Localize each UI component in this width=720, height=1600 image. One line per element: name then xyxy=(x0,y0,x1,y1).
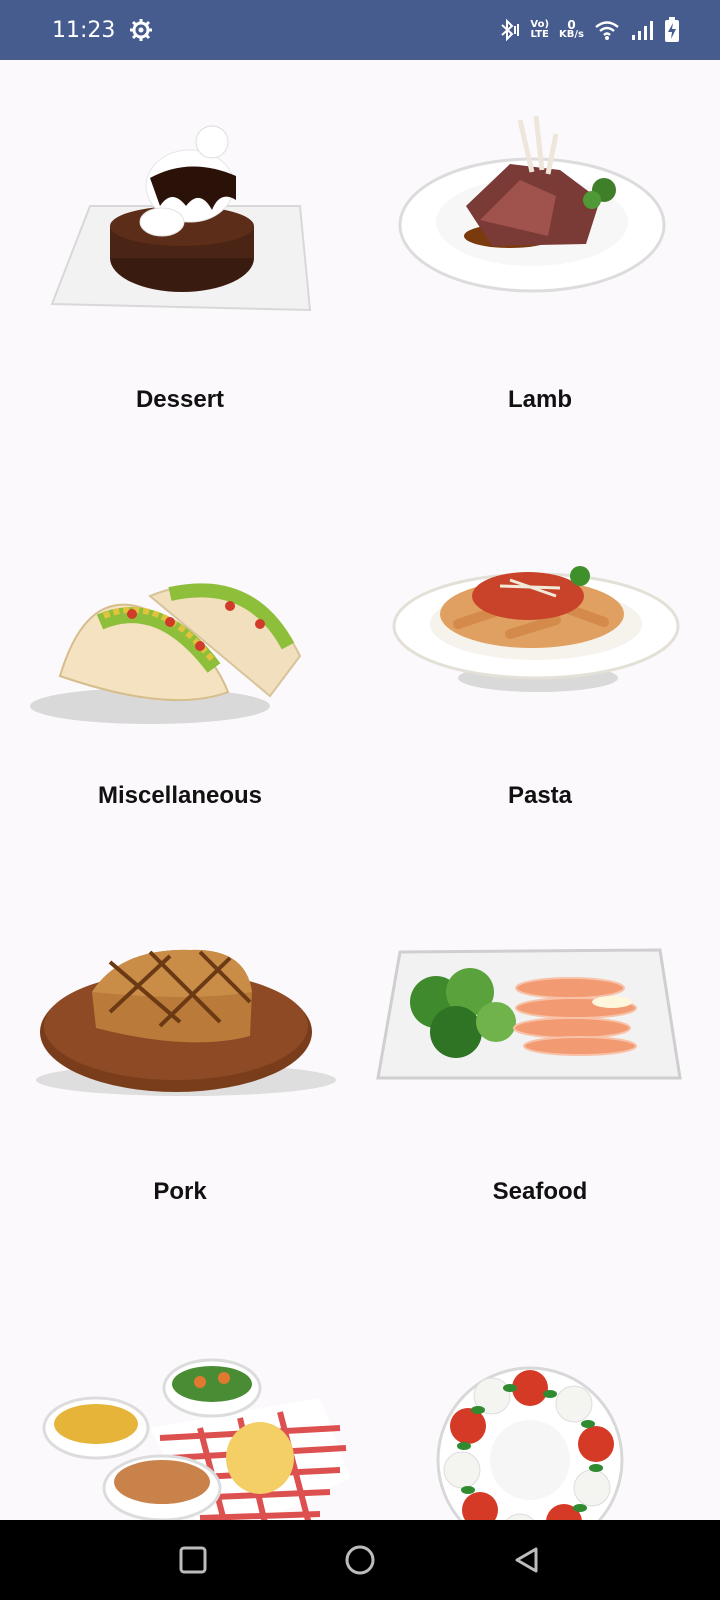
tacos-image xyxy=(30,583,302,724)
category-card-pork[interactable]: Pork xyxy=(0,852,360,1248)
battery-charging-icon xyxy=(665,17,679,42)
navigation-bar xyxy=(0,1520,720,1600)
wifi-icon xyxy=(595,21,619,40)
category-label: Pork xyxy=(153,1178,207,1205)
salmon-plate-image xyxy=(376,948,682,1080)
category-label: Lamb xyxy=(507,386,572,413)
category-grid: Dessert Lamb Miscellaneous Pasta Pork Se… xyxy=(0,60,720,1520)
volte-bottom-text: LTE xyxy=(530,29,549,40)
cellular-signal-icon xyxy=(632,21,653,40)
data-speed-unit: KB/s xyxy=(559,29,584,40)
category-card-caprese[interactable] xyxy=(360,1248,720,1520)
status-time: 11:23 xyxy=(52,17,116,43)
category-card-side-dishes[interactable] xyxy=(0,1248,360,1520)
category-label: Dessert xyxy=(135,386,225,413)
bluetooth-icon xyxy=(501,18,520,42)
recents-square-icon[interactable] xyxy=(178,1545,208,1575)
home-circle-icon[interactable] xyxy=(343,1543,377,1577)
category-label: Seafood xyxy=(492,1178,588,1205)
category-card-seafood[interactable]: Seafood xyxy=(360,852,720,1248)
category-card-miscellaneous[interactable]: Miscellaneous xyxy=(0,456,360,852)
category-card-dessert[interactable]: Dessert xyxy=(0,60,360,456)
back-triangle-icon[interactable] xyxy=(512,1545,542,1575)
category-label: Miscellaneous xyxy=(97,782,263,809)
dessert-brownie-image xyxy=(50,125,312,312)
lamb-chops-image xyxy=(398,115,666,293)
data-speed-indicator: 0 KB/s xyxy=(559,19,584,40)
volte-icon: Vo) LTE xyxy=(530,20,549,40)
settings-gear-icon xyxy=(130,19,153,41)
pork-chop-image xyxy=(36,949,336,1096)
side-dishes-image xyxy=(42,1358,350,1520)
category-label: Pasta xyxy=(507,782,573,809)
status-icons: Vo) LTE 0 KB/s xyxy=(498,17,680,43)
caprese-salad-image xyxy=(436,1366,624,1520)
penne-pasta-image xyxy=(392,566,680,692)
category-card-pasta[interactable]: Pasta xyxy=(360,456,720,852)
category-card-lamb[interactable]: Lamb xyxy=(360,60,720,456)
status-bar: 11:23 Vo) LTE 0 KB/s xyxy=(0,0,720,60)
